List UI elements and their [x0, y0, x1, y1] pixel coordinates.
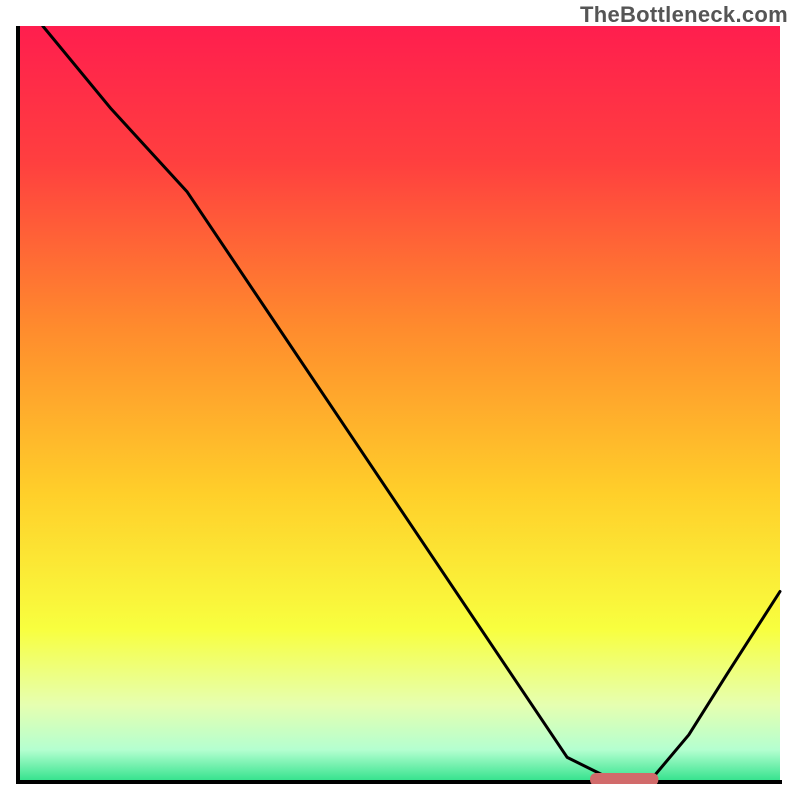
gradient-background — [20, 26, 780, 780]
optimal-range-marker — [590, 773, 658, 784]
bottleneck-chart — [16, 26, 784, 784]
watermark-label: TheBottleneck.com — [580, 2, 788, 28]
chart-frame: TheBottleneck.com — [0, 0, 800, 800]
plot-area — [16, 26, 784, 784]
